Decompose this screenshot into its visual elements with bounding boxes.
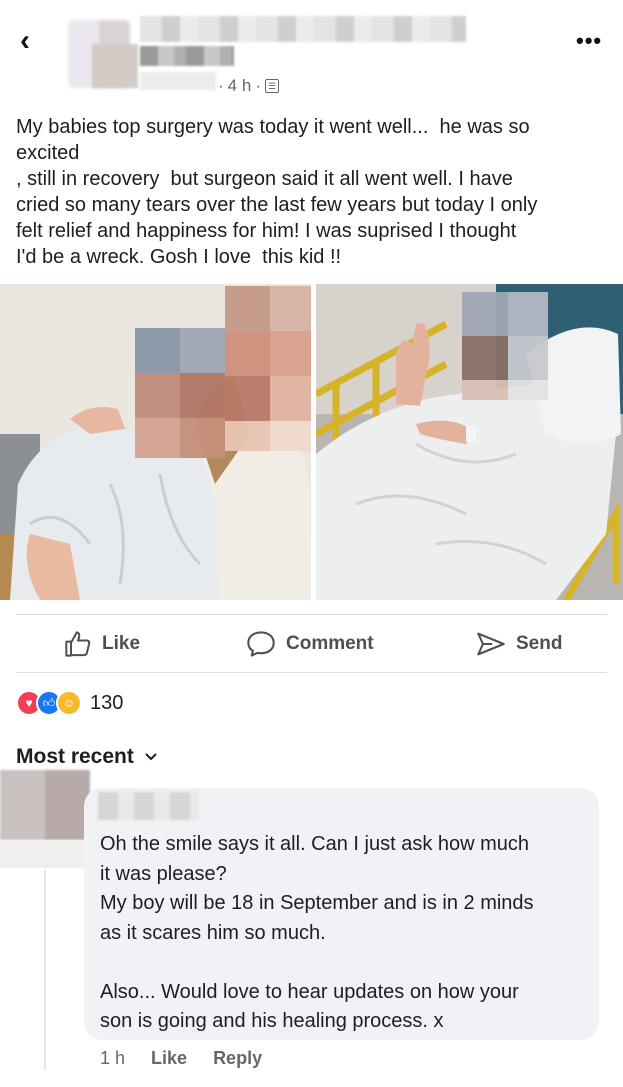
comment-text-line: son is going and his healing process. x (100, 1010, 444, 1032)
post-photo-1[interactable] (0, 284, 311, 600)
photo-2-drawing (316, 284, 623, 600)
comment-text-line: Also... Would love to hear updates on ho… (100, 980, 519, 1003)
comment-text-line (100, 948, 590, 978)
author-name-blurred[interactable] (140, 16, 466, 42)
thumbs-up-icon (65, 631, 91, 657)
friends-icon: ☰ (264, 79, 279, 93)
commenter-avatar-blurred-lower (0, 840, 90, 868)
commenter-name-blurred[interactable] (98, 792, 198, 820)
sort-label: Most recent (16, 745, 134, 768)
meta-blurred (140, 72, 216, 90)
like-label: Like (102, 633, 141, 654)
post-text-line: felt relief and happiness for him! I was… (16, 220, 517, 242)
comment-bubble-icon (247, 631, 275, 657)
post-actions: Like Comment Send (0, 624, 623, 664)
post-text-line: cried so many tears over the last few ye… (16, 194, 538, 216)
care-reaction-icon: ☺ (56, 690, 82, 716)
send-label: Send (516, 633, 563, 654)
thread-line (44, 870, 46, 1070)
post-meta: · 4 h · ☰ (218, 76, 279, 96)
post-text-line: , still in recovery but surgeon said it … (16, 168, 513, 190)
comment-button[interactable]: Comment (246, 630, 374, 658)
comment-text-line: Oh the smile says it all. Can I just ask… (100, 833, 530, 855)
more-dots-icon[interactable]: ••• (576, 28, 602, 54)
reaction-count: 130 (90, 691, 124, 714)
divider (16, 672, 607, 673)
comment-time[interactable]: 1 h (100, 1048, 125, 1069)
commenter-avatar-blurred[interactable] (0, 770, 90, 840)
comment-text-line: My boy will be 18 in September and is in… (100, 892, 534, 914)
chevron-down-icon (145, 753, 157, 761)
comment-label: Comment (286, 633, 374, 654)
post-text-line: I'd be a wreck. Gosh I love this kid !! (16, 246, 342, 268)
comment-reply-link[interactable]: Reply (213, 1048, 262, 1069)
post-time[interactable]: 4 h (228, 76, 252, 96)
post-text-line: excited (16, 142, 80, 164)
comment-text-line: as it scares him so much. (100, 921, 326, 944)
meta-dot: · (255, 76, 261, 95)
send-arrow-icon (477, 632, 505, 656)
author-avatar-blurred-detail (92, 44, 138, 88)
post-photo-2[interactable] (316, 284, 623, 600)
divider (16, 614, 607, 615)
comment-meta: 1 h Like Reply (100, 1048, 262, 1069)
comment-like-link[interactable]: Like (151, 1048, 187, 1069)
comments-sort-dropdown[interactable]: Most recent (16, 745, 158, 769)
author-subtitle-blurred (140, 46, 234, 66)
like-button[interactable]: Like (64, 630, 140, 658)
post-text: My babies top surgery was today it went … (16, 114, 612, 270)
comment-text-line: it was please? (100, 862, 227, 885)
reaction-summary[interactable]: ♥ 👍︎ ☺ 130 (16, 690, 123, 716)
send-button[interactable]: Send (476, 630, 562, 658)
comment-text: Oh the smile says it all. Can I just ask… (100, 830, 590, 1037)
meta-dot: · (218, 76, 224, 95)
post-text-line: My babies top surgery was today it went … (16, 116, 530, 138)
photo-1-drawing (0, 284, 311, 600)
back-chevron-icon[interactable]: ‹ (20, 26, 44, 58)
